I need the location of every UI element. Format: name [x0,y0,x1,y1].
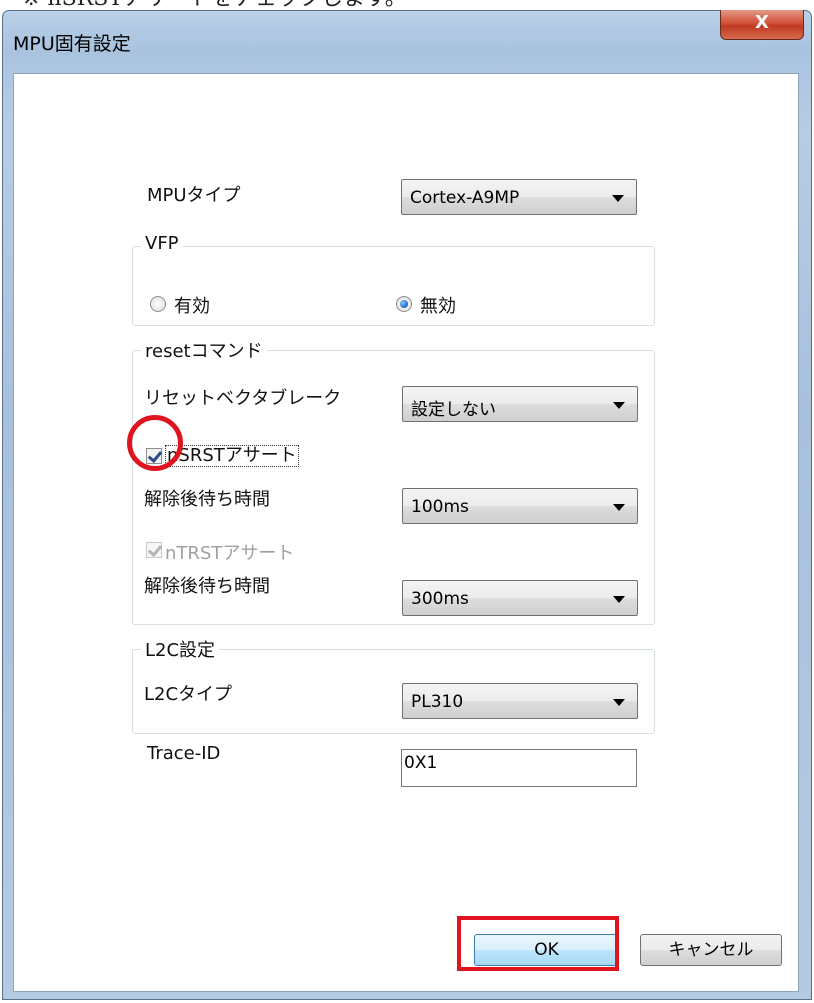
nsrst-assert-label: nSRSTアサート [165,445,299,467]
cancel-button[interactable]: キャンセル [640,934,782,966]
reset-vector-break-select[interactable]: 設定しない [402,386,638,422]
vfp-enabled-label: 有効 [174,296,210,317]
nsrst-wait-value: 100ms [411,497,469,517]
reset-vector-break-label: リセットベクタブレーク [144,388,342,409]
close-button[interactable]: X [720,10,804,40]
ok-button-highlight-box [457,916,619,971]
reset-command-group: resetコマンド リセットベクタブレーク 設定しない nSRSTアサート 解除… [132,337,655,625]
ntrst-wait-select[interactable]: 300ms [402,580,638,616]
vfp-disabled-radio[interactable] [396,296,412,312]
ntrst-wait-value: 300ms [411,589,469,609]
ntrst-assert-checkbox[interactable] [146,542,162,558]
mpu-type-label: MPUタイプ [147,185,241,206]
reset-group-title: resetコマンド [141,337,267,363]
ntrst-assert-label: nTRSTアサート [165,543,295,564]
trace-id-value: 0X1 [404,753,438,773]
mpu-type-value: Cortex-A9MP [410,188,520,208]
vfp-enabled-radio[interactable] [150,296,166,312]
mpu-settings-dialog: MPU固有設定 X MPUタイプ Cortex-A9MP VFP 有効 無効 r… [2,10,812,1000]
nsrst-wait-label: 解除後待ち時間 [144,489,270,510]
dialog-title: MPU固有設定 [13,33,131,55]
trace-id-label: Trace-ID [147,743,221,764]
l2c-group-title: L2C設定 [141,636,220,662]
chevron-down-icon [613,402,625,409]
l2c-group: L2C設定 L2Cタイプ PL310 [132,636,655,734]
reset-vector-break-value: 設定しない [411,400,496,420]
chevron-down-icon [613,699,625,706]
vfp-group: VFP 有効 無効 [132,233,655,326]
l2c-type-value: PL310 [411,692,464,712]
l2c-type-label: L2Cタイプ [144,684,233,705]
ntrst-wait-label: 解除後待ち時間 [144,576,270,597]
l2c-type-select[interactable]: PL310 [402,683,638,719]
document-text: ※ nSRSTアサートをチェックします。 [22,0,407,10]
vfp-disabled-label: 無効 [420,296,456,317]
chevron-down-icon [612,195,624,202]
mpu-type-select[interactable]: Cortex-A9MP [401,179,637,215]
chevron-down-icon [613,504,625,511]
chevron-down-icon [613,596,625,603]
dialog-client-area: MPUタイプ Cortex-A9MP VFP 有効 無効 resetコマンド リ… [13,73,799,992]
nsrst-wait-select[interactable]: 100ms [402,488,638,524]
vfp-group-title: VFP [141,233,183,254]
checkbox-highlight-circle [127,415,183,471]
trace-id-input[interactable]: 0X1 [401,749,637,787]
